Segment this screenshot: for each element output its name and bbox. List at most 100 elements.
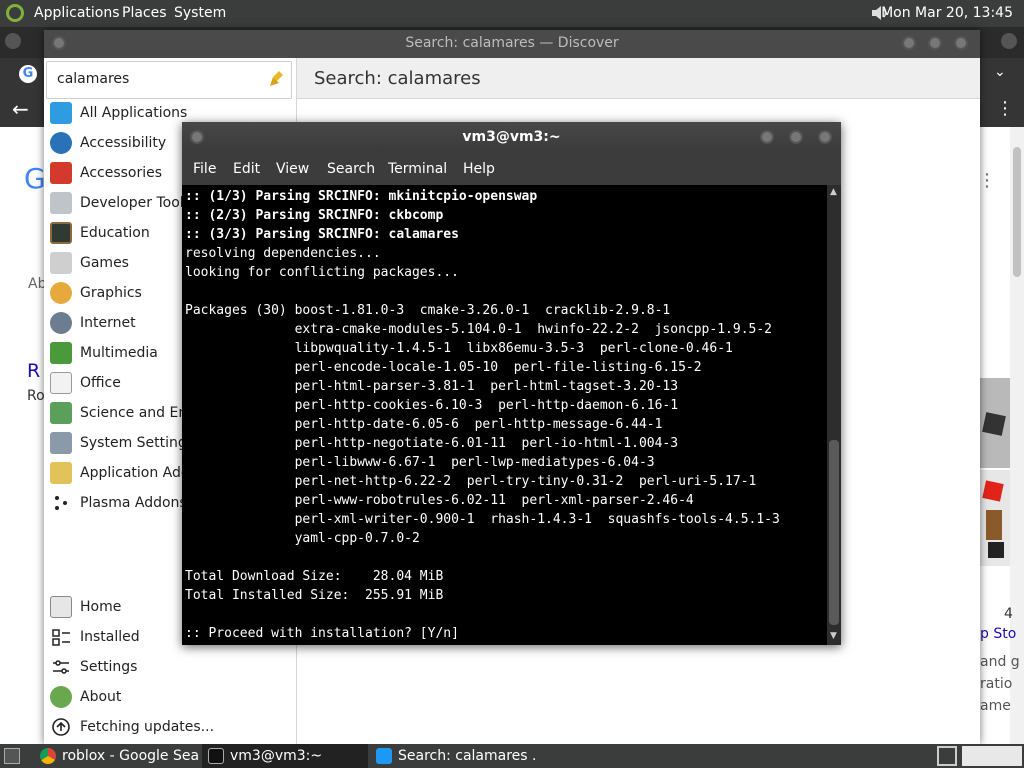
flask-icon [50, 402, 72, 424]
discover-maximize-button[interactable] [928, 36, 942, 50]
search-input[interactable] [55, 70, 259, 88]
terminal-line: perl-http-cookies-6.10-3 perl-http-daemo… [185, 398, 679, 413]
settings-icon [50, 656, 72, 678]
apps-grid-icon[interactable]: ⋮ [978, 170, 996, 191]
chrome-scrollbar[interactable] [1010, 127, 1024, 744]
terminal-line: :: (2/3) Parsing SRCINFO: ckbcomp [185, 208, 444, 223]
terminal-line: perl-http-negotiate-6.01-11 perl-io-html… [185, 436, 679, 451]
result-text-fragment: ame [980, 698, 1011, 714]
chalkboard-icon [50, 222, 72, 244]
menu-edit[interactable]: Edit [233, 161, 260, 177]
clear-search-icon[interactable] [269, 70, 285, 88]
terminal-menu-button[interactable] [190, 130, 204, 144]
mate-logo-icon[interactable] [6, 4, 24, 22]
top-panel: Applications Places System Mon Mar 20, 1… [0, 0, 1024, 27]
terminal-line: yaml-cpp-0.7.0-2 [185, 531, 420, 546]
scroll-down-arrow-icon[interactable]: ▼ [830, 631, 837, 641]
terminal-line: Total Installed Size: 255.91 MiB [185, 588, 444, 603]
terminal-output[interactable]: :: (1/3) Parsing SRCINFO: mkinitcpio-ope… [182, 185, 827, 645]
plasma-icon [50, 492, 72, 514]
menu-places[interactable]: Places [122, 5, 167, 21]
google-logo-fragment: G [24, 162, 46, 195]
terminal-minimize-button[interactable] [760, 130, 774, 144]
terminal-window: vm3@vm3:~ File Edit View Search Terminal… [182, 122, 841, 645]
chrome-icon [40, 748, 56, 764]
google-favicon-icon: G [19, 65, 37, 83]
roblox-image-thumbnail[interactable] [980, 470, 1010, 566]
terminal-lines: :: (1/3) Parsing SRCINFO: mkinitcpio-ope… [185, 187, 780, 643]
terminal-titlebar[interactable]: vm3@vm3:~ [182, 122, 841, 153]
roblox-image-thumbnail[interactable] [980, 378, 1010, 468]
menu-help[interactable]: Help [463, 161, 495, 177]
menu-search[interactable]: Search [327, 161, 375, 177]
chrome-kebab-menu-icon[interactable]: ⋮ [996, 98, 1014, 119]
terminal-line: extra-cmake-modules-5.104.0-1 hwinfo-22.… [185, 322, 772, 337]
film-icon [50, 342, 72, 364]
terminal-line: perl-net-http-6.22-2 perl-try-tiny-0.31-… [185, 474, 757, 489]
chrome-window-button[interactable] [5, 33, 21, 49]
terminal-line: looking for conflicting packages... [185, 265, 459, 280]
discover-close-button[interactable] [954, 36, 968, 50]
clock[interactable]: Mon Mar 20, 13:45 [881, 5, 1013, 21]
about-icon [50, 686, 72, 708]
bottom-taskbar: roblox - Google Sea... vm3@vm3:~ Search:… [0, 744, 1024, 768]
menu-view[interactable]: View [276, 161, 309, 177]
discover-icon [376, 748, 392, 764]
terminal-scrollbar[interactable]: ▲ ▼ [827, 185, 841, 645]
result-subtitle-fragment: Ro [27, 388, 45, 404]
terminal-line: perl-html-parser-3.81-1 perl-html-tagset… [185, 379, 679, 394]
palette-icon [50, 282, 72, 304]
workspace-switcher[interactable] [937, 746, 957, 766]
terminal-line: :: Proceed with installation? [Y/n] [185, 626, 459, 641]
terminal-line: perl-http-date-6.05-6 perl-http-message-… [185, 417, 663, 432]
menu-applications[interactable]: Applications [34, 5, 120, 21]
terminal-scrollbar-thumb[interactable] [829, 440, 839, 625]
discover-menu-button[interactable] [52, 36, 66, 50]
workspace-switcher[interactable] [962, 746, 1022, 766]
task-terminal[interactable]: vm3@vm3:~ [202, 744, 368, 768]
task-discover[interactable]: Search: calamares ... [370, 744, 536, 768]
menu-terminal[interactable]: Terminal [388, 161, 447, 177]
show-desktop-icon[interactable] [4, 748, 20, 764]
result-link-fragment[interactable]: p Sto [980, 626, 1016, 642]
accessibility-icon [50, 132, 72, 154]
terminal-maximize-button[interactable] [789, 130, 803, 144]
grid-icon [50, 102, 72, 124]
discover-search-field[interactable] [46, 61, 292, 99]
terminal-line: Packages (30) boost-1.81.0-3 cmake-3.26.… [185, 303, 671, 318]
terminal-menubar: File Edit View Search Terminal Help [182, 153, 841, 185]
menu-file[interactable]: File [193, 161, 216, 177]
terminal-line: perl-encode-locale-1.05-10 perl-file-lis… [185, 360, 702, 375]
back-arrow-icon[interactable]: ← [12, 97, 29, 121]
installed-icon [50, 626, 72, 648]
terminal-icon [208, 748, 224, 764]
result-text-fragment: ratio [980, 676, 1013, 692]
discover-titlebar[interactable]: Search: calamares — Discover [44, 30, 980, 58]
addon-icon [50, 462, 72, 484]
tools-icon [50, 192, 72, 214]
chrome-window-button[interactable] [1001, 33, 1017, 49]
knife-icon [50, 162, 72, 184]
nav-settings[interactable]: Settings [50, 653, 294, 681]
home-icon [50, 596, 72, 618]
discover-minimize-button[interactable] [902, 36, 916, 50]
nav-updates[interactable]: Fetching updates... [50, 713, 294, 741]
chrome-menu-chevron-icon[interactable]: ⌄ [994, 64, 1006, 80]
result-count-fragment: 4 [1004, 606, 1013, 622]
result-title-fragment[interactable]: R [27, 360, 40, 382]
chess-icon [50, 252, 72, 274]
scroll-up-arrow-icon[interactable]: ▲ [830, 187, 837, 197]
terminal-close-button[interactable] [818, 130, 832, 144]
terminal-line: :: (3/3) Parsing SRCINFO: calamares [185, 227, 459, 242]
update-icon [50, 716, 72, 738]
terminal-line: Total Download Size: 28.04 MiB [185, 569, 444, 584]
document-icon [50, 372, 72, 394]
terminal-line: perl-libwww-6.67-1 perl-lwp-mediatypes-6… [185, 455, 655, 470]
wrench-icon [50, 432, 72, 454]
task-chrome[interactable]: roblox - Google Sea... [34, 744, 200, 768]
nav-about[interactable]: About [50, 683, 294, 711]
menu-system[interactable]: System [174, 5, 226, 21]
